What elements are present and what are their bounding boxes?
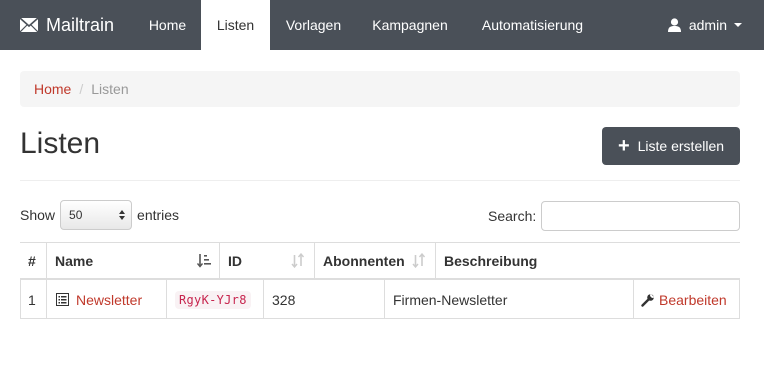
- nav-item-label: Automatisierung: [481, 17, 584, 33]
- nav-item-label: Listen: [216, 17, 255, 33]
- column-divider: [166, 280, 167, 319]
- row-border: [20, 280, 21, 319]
- entries-length-control: Show 50 entries: [20, 200, 179, 230]
- column-header-name[interactable]: Name: [47, 242, 219, 280]
- user-menu[interactable]: admin: [667, 0, 742, 50]
- column-header-index: #: [20, 242, 46, 280]
- header-divider: [20, 180, 740, 181]
- nav-item-label: Home: [148, 17, 187, 33]
- row-subscribers: 328: [272, 291, 296, 308]
- column-header-description[interactable]: Beschreibung: [436, 242, 740, 280]
- column-divider: [263, 280, 264, 319]
- caret-down-icon: [734, 23, 742, 27]
- column-header-label: ID: [228, 253, 242, 269]
- column-header-label: Abonnenten: [323, 253, 405, 269]
- column-header-label: Beschreibung: [444, 253, 538, 269]
- user-icon: [667, 18, 681, 32]
- brand-name: Mailtrain: [46, 14, 115, 35]
- create-list-button[interactable]: + Liste erstellen: [602, 127, 740, 165]
- select-arrows-icon: [119, 210, 126, 220]
- plus-icon: +: [617, 135, 630, 157]
- breadcrumb-separator: /: [79, 81, 84, 97]
- show-label: Show: [20, 207, 56, 223]
- nav-item-vorlagen[interactable]: Vorlagen: [270, 0, 357, 50]
- nav-item-label: Kampagnen: [372, 17, 448, 33]
- column-divider: [46, 280, 47, 319]
- search-label: Search:: [488, 208, 537, 224]
- column-divider: [384, 280, 385, 319]
- search-control: Search:: [488, 201, 741, 231]
- row-index: 1: [28, 291, 36, 308]
- sort-both-icon: [291, 253, 305, 268]
- entries-label: entries: [137, 207, 180, 223]
- sort-both-icon: [412, 253, 426, 268]
- sort-desc-icon: [197, 254, 211, 268]
- nav-item-home[interactable]: Home: [134, 0, 201, 50]
- entries-select[interactable]: 50: [60, 200, 133, 230]
- top-navbar: Mailtrain Home Listen Vorlagen Kampagnen…: [0, 0, 764, 50]
- column-header-label: Name: [55, 253, 94, 269]
- nav-item-kampagnen[interactable]: Kampagnen: [357, 0, 463, 50]
- column-header-label: #: [28, 253, 36, 269]
- envelope-icon: [20, 18, 38, 32]
- list-name-link[interactable]: Newsletter: [76, 292, 142, 308]
- row-id-cell: RgyK-YJr8: [175, 280, 251, 319]
- breadcrumb-current: Listen: [91, 81, 129, 97]
- column-divider: [633, 280, 634, 319]
- brand[interactable]: Mailtrain: [20, 0, 114, 50]
- entries-select-value: 50: [69, 208, 83, 222]
- list-id-code: RgyK-YJr8: [175, 290, 251, 309]
- edit-cell: Bearbeiten: [641, 280, 727, 319]
- breadcrumb-home[interactable]: Home: [34, 81, 71, 97]
- create-list-label: Liste erstellen: [637, 138, 725, 154]
- user-name: admin: [688, 17, 727, 33]
- wrench-icon: [641, 293, 655, 307]
- list-icon: [56, 293, 69, 306]
- breadcrumb: Home / Listen: [20, 71, 740, 107]
- row-border: [739, 280, 740, 319]
- nav-item-listen[interactable]: Listen: [201, 0, 270, 50]
- row-description: Firmen-Newsletter: [393, 291, 508, 308]
- search-input[interactable]: [541, 201, 741, 231]
- edit-link[interactable]: Bearbeiten: [659, 292, 727, 308]
- page-title: Listen: [20, 127, 101, 160]
- row-name-cell: Newsletter: [56, 280, 142, 319]
- nav-item-automatisierung[interactable]: Automatisierung: [463, 0, 602, 50]
- nav-item-label: Vorlagen: [285, 17, 342, 33]
